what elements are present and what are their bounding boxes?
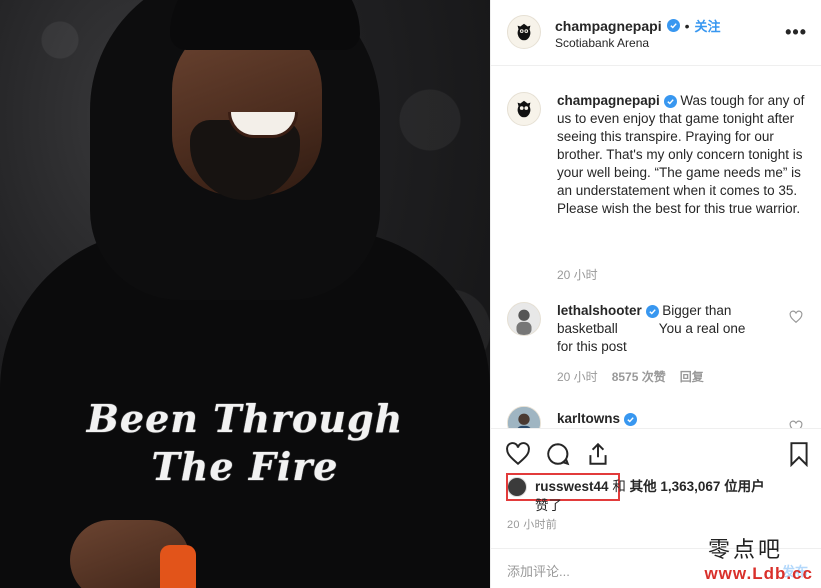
owner-username[interactable]: champagnepapi: [555, 18, 662, 34]
comment-heart-icon[interactable]: [789, 420, 803, 428]
comment-icon[interactable]: [545, 441, 571, 467]
publish-button[interactable]: 发布: [782, 561, 808, 580]
action-section: russwest44 和 其他 1,363,067 位用户 赞了: [491, 428, 821, 513]
add-comment-bar: 添加评论... 发布: [491, 548, 821, 588]
owner-avatar[interactable]: [507, 15, 541, 49]
follow-button[interactable]: 关注: [695, 16, 721, 35]
verified-icon: [645, 305, 659, 318]
person-cap: [170, 0, 360, 50]
owl-logo-icon: [517, 100, 531, 118]
more-icon[interactable]: •••: [785, 22, 807, 43]
liker-username[interactable]: russwest44: [535, 479, 609, 494]
commenter-avatar[interactable]: [507, 406, 541, 428]
comment-input[interactable]: 添加评论...: [507, 561, 570, 580]
caption-time[interactable]: 20 小时: [557, 266, 598, 283]
caption-text: Was tough for any of us to even enjoy th…: [557, 93, 805, 216]
drink-bottle: [160, 545, 196, 588]
likes-line2: 赞了: [535, 498, 562, 513]
likes-connector: 和: [612, 479, 626, 494]
share-icon[interactable]: [585, 441, 611, 467]
heart-icon[interactable]: [505, 441, 531, 467]
post-photo[interactable]: Been Through The Fire: [0, 0, 490, 588]
caption-text-block: champagnepapi Was tough for any of us to…: [557, 92, 807, 218]
post-timestamp[interactable]: 20 小时前: [507, 516, 557, 532]
caption-username[interactable]: champagnepapi: [557, 93, 660, 108]
likes-others-prefix[interactable]: 其他: [630, 479, 657, 494]
comments-list[interactable]: champagnepapi Was tough for any of us to…: [491, 66, 821, 428]
likes-text: russwest44 和 其他 1,363,067 位用户 赞了: [535, 477, 795, 515]
likes-summary: russwest44 和 其他 1,363,067 位用户 赞了: [491, 473, 821, 513]
person-avatar-icon: [508, 303, 540, 335]
bookmark-icon[interactable]: [786, 441, 812, 467]
comment-heart-icon[interactable]: [789, 310, 803, 324]
post-panel: champagnepapi • 关注 Scotiabank Arena ••• …: [490, 0, 821, 588]
comment-username[interactable]: lethalshooter: [557, 303, 642, 318]
action-icons: [491, 429, 821, 473]
comment-username[interactable]: karltowns: [557, 411, 620, 426]
owl-logo-icon: [517, 23, 531, 41]
comment-text-block: karltowns: [557, 410, 757, 428]
hoodie-text-line2: The Fire: [151, 444, 339, 489]
post-header: champagnepapi • 关注 Scotiabank Arena •••: [491, 0, 821, 66]
comment-text-block: lethalshooter Bigger than basketball You…: [557, 302, 757, 356]
commenter-avatar[interactable]: [507, 302, 541, 336]
likes-others-suffix[interactable]: 位用户: [724, 479, 765, 494]
owner-name-row: champagnepapi • 关注: [555, 16, 721, 35]
caption-avatar[interactable]: [507, 92, 541, 126]
verified-icon: [623, 413, 637, 426]
reply-button[interactable]: 回复: [680, 368, 704, 385]
comment-likes[interactable]: 8575 次赞: [612, 368, 666, 385]
comment-meta: 20 小时 8575 次赞 回复: [557, 368, 704, 385]
verified-icon: [666, 19, 680, 32]
verified-icon: [663, 95, 677, 108]
follow-separator: •: [684, 17, 690, 34]
location-link[interactable]: Scotiabank Arena: [555, 36, 649, 50]
likes-count[interactable]: 1,363,067: [660, 479, 720, 494]
hoodie-text-line1: Been Through: [86, 396, 404, 441]
person-avatar-icon: [508, 407, 540, 428]
comment-time[interactable]: 20 小时: [557, 368, 598, 385]
